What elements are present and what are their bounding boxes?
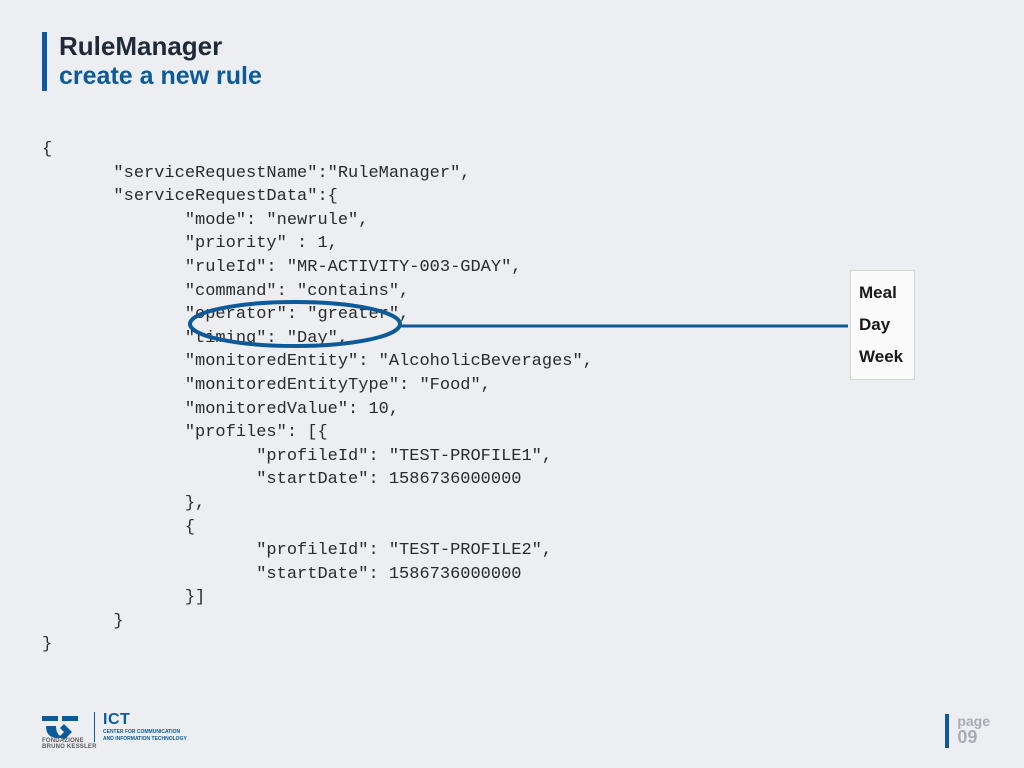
logo-foundation: FONDAZIONE BRUNO KESSLER [42, 738, 97, 750]
slide-subtitle: create a new rule [59, 61, 262, 91]
logo-text: ICT CENTER FOR COMMUNICATION AND INFORMA… [94, 712, 187, 742]
callout-option-meal: Meal [859, 277, 906, 309]
slide-footer: ICT CENTER FOR COMMUNICATION AND INFORMA… [0, 704, 1024, 748]
page-label: page [957, 714, 990, 728]
callout-option-day: Day [859, 309, 906, 341]
logo-ict-label: ICT [103, 712, 187, 728]
callout-option-week: Week [859, 341, 906, 373]
slide-title: RuleManager [59, 32, 262, 61]
timing-options-callout: Meal Day Week [850, 270, 915, 380]
logo-tagline-2: AND INFORMATION TECHNOLOGY [103, 736, 187, 742]
page-number-box: page 09 [945, 714, 990, 748]
logo-foundation-2: BRUNO KESSLER [42, 744, 97, 750]
code-block: { "serviceRequestName":"RuleManager", "s… [42, 138, 593, 657]
page-number: 09 [957, 728, 990, 748]
logo-tagline-1: CENTER FOR COMMUNICATION [103, 729, 187, 735]
slide-header: RuleManager create a new rule [42, 32, 262, 91]
